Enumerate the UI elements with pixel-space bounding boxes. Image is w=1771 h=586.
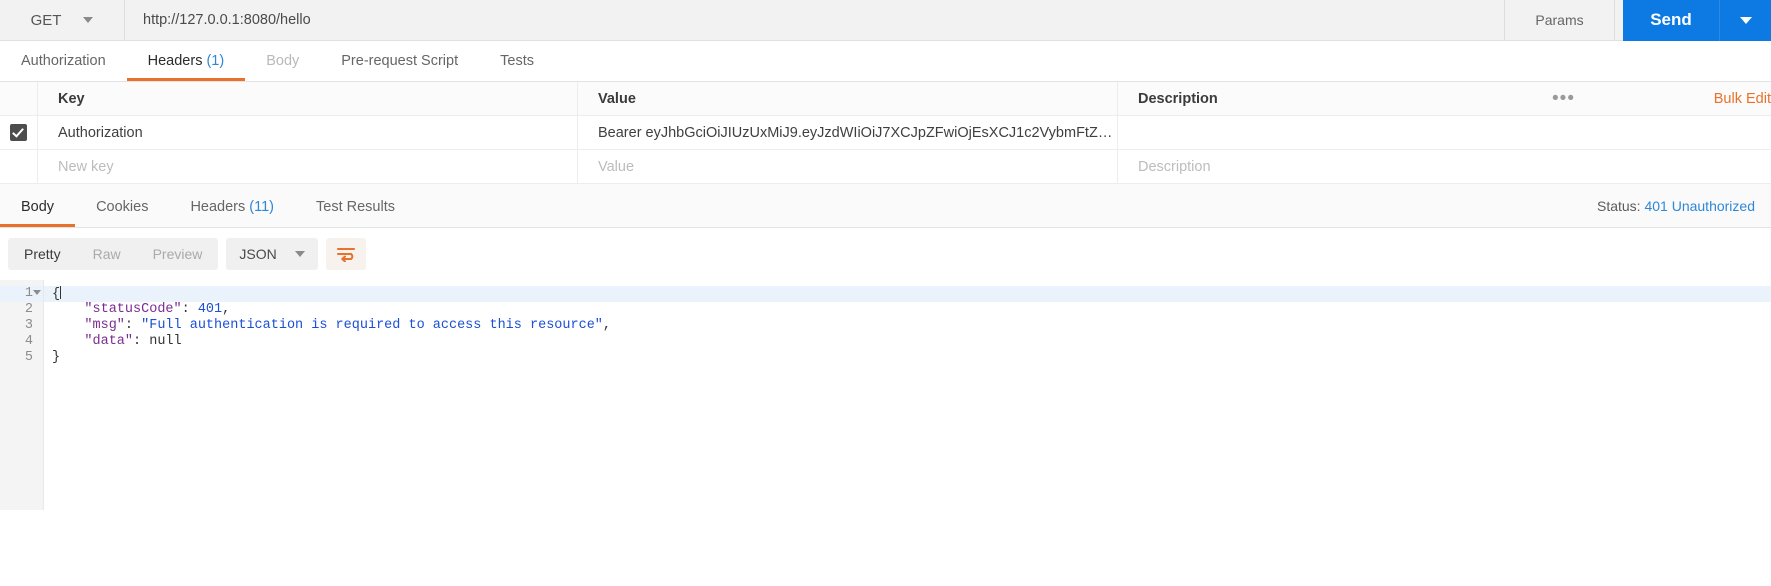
params-button[interactable]: Params bbox=[1505, 0, 1615, 40]
format-mode-raw[interactable]: Raw bbox=[77, 238, 137, 270]
line-number: 4 bbox=[24, 334, 33, 349]
tab-count: (1) bbox=[202, 53, 225, 69]
response-tab-bar: Body Cookies Headers (11) Test Results Stat… bbox=[0, 184, 1771, 228]
status-badge: Status: 401 Unauthorized bbox=[1597, 198, 1755, 214]
tab-headers[interactable]: Headers (1) bbox=[126, 41, 246, 81]
code-token-punc: : bbox=[133, 334, 150, 349]
tab-label: Authorization bbox=[21, 53, 106, 69]
code-token-punc: : bbox=[124, 318, 142, 333]
code-line: "data": null bbox=[44, 334, 1771, 350]
code-token-punc: { bbox=[52, 287, 61, 302]
table-row-new: New key Value Description bbox=[0, 150, 1771, 184]
code-token-punc: , bbox=[222, 302, 231, 317]
line-number: 2 bbox=[24, 302, 33, 317]
table-options-icon[interactable]: ••• bbox=[1552, 89, 1575, 108]
code-line: } bbox=[44, 350, 1771, 366]
code-line: "statusCode": 401, bbox=[44, 302, 1771, 318]
header-key-cell[interactable]: Authorization bbox=[38, 116, 578, 149]
tab-label: Headers bbox=[147, 53, 203, 69]
format-mode-group: Pretty Raw Preview bbox=[8, 238, 219, 270]
headers-table-header-row: Key Value Description ••• Bulk Edit bbox=[0, 82, 1771, 116]
column-header-value: Value bbox=[578, 82, 1118, 115]
tab-label: Cookies bbox=[96, 199, 149, 215]
editor-line-numbers: 12345 bbox=[0, 280, 44, 510]
code-token-punc: } bbox=[52, 350, 61, 365]
http-method-label: GET bbox=[30, 11, 62, 29]
status-label: Status: bbox=[1596, 198, 1641, 214]
tab-pre-request-script[interactable]: Pre-request Script bbox=[320, 41, 479, 81]
tab-label: Pre-request Script bbox=[341, 53, 459, 69]
code-token-num: 401 bbox=[197, 302, 223, 317]
response-body-editor[interactable]: 12345 { "statusCode": 401, "msg": "Full … bbox=[0, 280, 1771, 510]
format-mode-pretty[interactable]: Pretty bbox=[8, 238, 77, 270]
send-button-group: Send bbox=[1615, 0, 1771, 41]
code-token-punc: , bbox=[602, 318, 612, 333]
new-header-description-cell[interactable]: Description bbox=[1118, 150, 1771, 183]
response-format-bar: Pretty Raw Preview JSON bbox=[0, 228, 1771, 280]
header-row-checkbox-column bbox=[0, 82, 38, 115]
chevron-down-icon bbox=[1739, 16, 1752, 24]
response-language-selector[interactable]: JSON bbox=[226, 238, 318, 270]
editor-code-area[interactable]: { "statusCode": 401, "msg": "Full authen… bbox=[44, 280, 1771, 510]
column-header-description: Description ••• Bulk Edit bbox=[1138, 88, 1771, 109]
line-number: 1 bbox=[0, 286, 43, 302]
params-label: Params bbox=[1535, 12, 1584, 28]
header-value-cell[interactable]: Bearer eyJhbGciOiJIUzUxMiJ9.eyJzdWIiOiJ7… bbox=[578, 116, 1118, 149]
new-description-placeholder: Description bbox=[1138, 158, 1211, 175]
code-line: { bbox=[44, 286, 1771, 302]
status-value: 401 Unauthorized bbox=[1644, 198, 1755, 214]
send-button[interactable]: Send bbox=[1623, 0, 1719, 41]
tab-label: Headers bbox=[190, 199, 246, 215]
headers-table: Key Value Description ••• Bulk Edit Auth… bbox=[0, 82, 1771, 184]
row-checkbox-cell bbox=[0, 116, 38, 149]
code-token-null: null bbox=[149, 334, 182, 349]
code-token-key: "data" bbox=[52, 334, 134, 349]
new-key-placeholder: New key bbox=[58, 158, 114, 175]
response-tab-body[interactable]: Body bbox=[0, 187, 76, 227]
new-row-checkbox-cell bbox=[0, 150, 38, 183]
tab-authorization[interactable]: Authorization bbox=[0, 41, 127, 81]
tab-label: Test Results bbox=[316, 199, 395, 215]
chevron-down-icon bbox=[294, 251, 305, 257]
line-number: 5 bbox=[24, 350, 33, 365]
request-url-input[interactable] bbox=[125, 0, 1505, 40]
line-number: 3 bbox=[24, 318, 33, 333]
bulk-edit-button[interactable]: Bulk Edit bbox=[1714, 91, 1771, 107]
column-header-key: Key bbox=[38, 82, 578, 115]
chevron-down-icon bbox=[83, 17, 94, 23]
new-header-value-cell[interactable]: Value bbox=[578, 150, 1118, 183]
tab-label: Tests bbox=[500, 53, 534, 69]
request-tab-bar: Authorization Headers (1) Body Pre-request … bbox=[0, 41, 1771, 82]
code-token-key: "msg" bbox=[52, 318, 125, 333]
header-enabled-checkbox[interactable] bbox=[10, 124, 27, 141]
code-token-str: "Full authentication is required to acce… bbox=[141, 318, 603, 333]
send-options-button[interactable] bbox=[1719, 0, 1771, 41]
code-line: "msg": "Full authentication is required … bbox=[44, 318, 1771, 334]
response-tab-test-results[interactable]: Test Results bbox=[295, 187, 416, 227]
table-row: Authorization Bearer eyJhbGciOiJIUzUxMiJ… bbox=[0, 116, 1771, 150]
header-description-cell[interactable] bbox=[1118, 116, 1771, 149]
word-wrap-icon[interactable] bbox=[325, 238, 366, 270]
tab-tests[interactable]: Tests bbox=[479, 41, 555, 81]
http-method-selector[interactable]: GET bbox=[0, 0, 125, 40]
word-wrap-glyph bbox=[336, 248, 355, 262]
response-tab-headers[interactable]: Headers (11) bbox=[169, 187, 295, 227]
response-tab-cookies[interactable]: Cookies bbox=[75, 187, 169, 227]
response-tabs-group: Body Cookies Headers (11) Test Results bbox=[0, 187, 416, 227]
format-mode-preview[interactable]: Preview bbox=[137, 238, 219, 270]
request-url-bar: GET Params Send bbox=[0, 0, 1771, 41]
tab-label: Body bbox=[21, 199, 55, 215]
tab-label: Body bbox=[266, 53, 300, 69]
code-token-key: "statusCode" bbox=[52, 302, 182, 317]
fold-triangle-icon[interactable] bbox=[33, 290, 41, 295]
text-cursor bbox=[60, 286, 62, 299]
response-language-label: JSON bbox=[239, 246, 277, 262]
new-header-key-cell[interactable]: New key bbox=[38, 150, 578, 183]
new-value-placeholder: Value bbox=[598, 158, 635, 175]
tab-body[interactable]: Body bbox=[245, 41, 320, 81]
tab-count: (11) bbox=[245, 199, 275, 215]
code-token-punc: : bbox=[181, 302, 198, 317]
